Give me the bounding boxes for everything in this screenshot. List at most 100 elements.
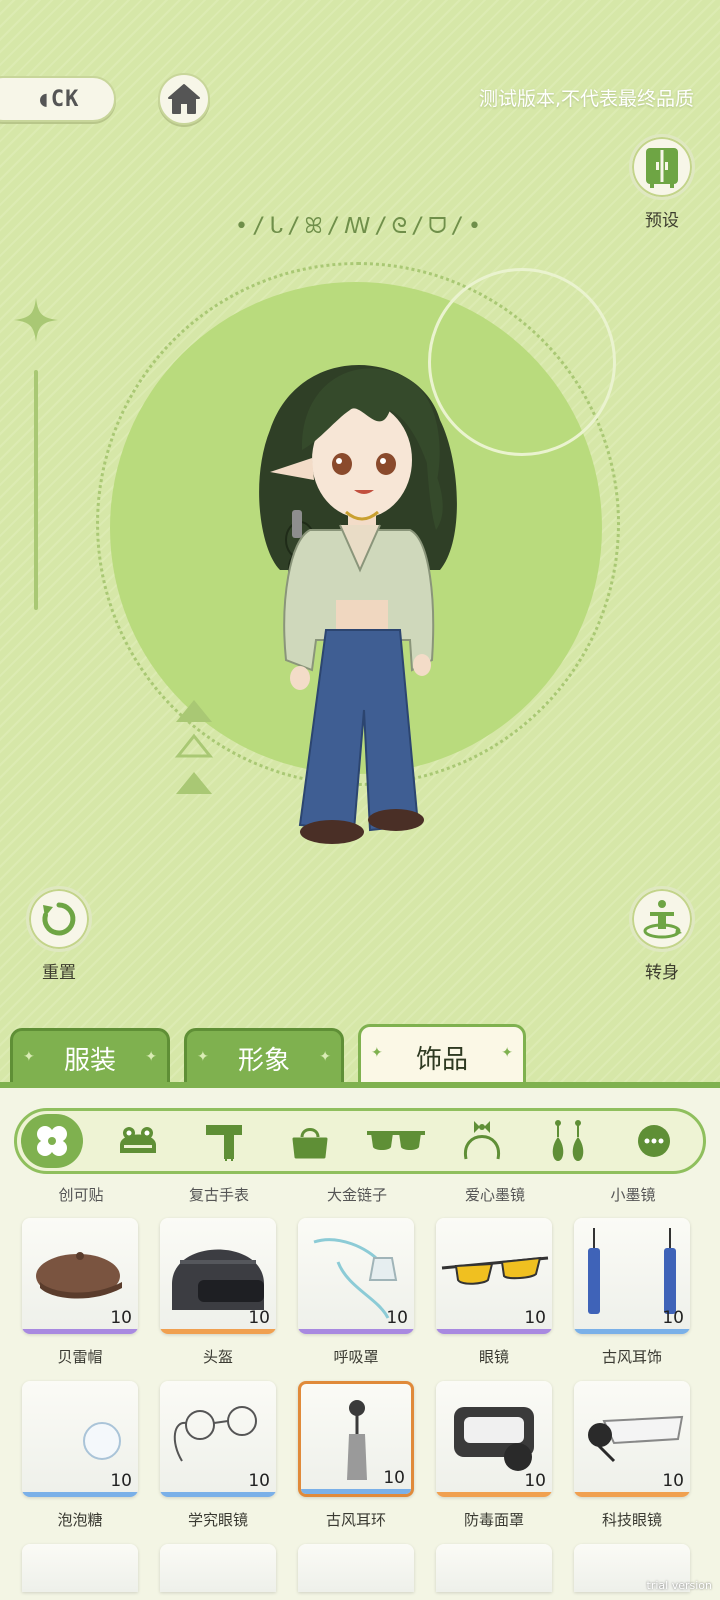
item-grid: 10 贝雷帽 10 头盔 10 呼吸罩 10 眼镜 10 古风耳饰 10 泡泡糖…	[22, 1218, 712, 1592]
main-tabs: ✦ 服装 ✦ ✦ 形象 ✦ ✦ 饰品 ✦	[0, 1024, 720, 1088]
reset-label: 重置	[42, 963, 76, 983]
item-name: 呼吸罩	[333, 1348, 379, 1366]
tab-star-icon: ✦	[501, 1045, 513, 1061]
wardrobe-icon	[646, 148, 678, 188]
rarity-bar	[160, 1329, 276, 1334]
item-name: 复古手表	[188, 1186, 249, 1204]
category-scarves[interactable]	[181, 1111, 267, 1171]
character-stage: •/ᒐ/ꕤ/ꟿ/ᘓ/ᗜ/• ◖CK 测试版本,不代表最终品质 预设 重置 转身	[0, 0, 720, 1085]
headband-icon	[464, 1121, 500, 1160]
home-button[interactable]	[158, 73, 210, 125]
turn-button[interactable]: 转身	[617, 886, 707, 983]
tab-label: 饰品	[415, 1045, 468, 1075]
decor-line	[34, 370, 38, 610]
item-gas-mask[interactable]: 10 防毒面罩	[436, 1381, 552, 1530]
category-glasses[interactable]	[353, 1111, 439, 1171]
item-name: 防毒面罩	[463, 1511, 524, 1529]
item-name: 科技眼镜	[601, 1511, 662, 1529]
item-breathing-mask[interactable]: 10 呼吸罩	[298, 1218, 414, 1367]
tab-label: 形象	[237, 1046, 290, 1076]
category-bar	[14, 1108, 706, 1174]
tab-star-icon: ✦	[371, 1045, 383, 1061]
item-name: 古风耳环	[325, 1511, 386, 1529]
rarity-bar	[22, 1492, 138, 1497]
category-all[interactable]	[21, 1114, 83, 1168]
scarf-icon	[206, 1125, 242, 1161]
item-count: 10	[110, 1471, 132, 1491]
item-count: 10	[662, 1308, 684, 1328]
back-button[interactable]: ◖CK	[0, 76, 116, 122]
frog-hat-icon	[120, 1127, 156, 1153]
bag-icon	[292, 1128, 328, 1159]
item-scholar-glasses[interactable]: 10 学究眼镜	[160, 1381, 276, 1530]
tab-star-icon: ✦	[197, 1049, 209, 1065]
reset-button[interactable]: 重置	[14, 886, 104, 983]
sunglasses-icon	[367, 1131, 425, 1150]
tab-star-icon: ✦	[319, 1049, 331, 1065]
rarity-bar	[574, 1492, 690, 1497]
category-bags[interactable]	[267, 1111, 353, 1171]
item-name: 眼镜	[478, 1348, 509, 1366]
more-icon	[638, 1125, 670, 1157]
item-name: 爱心墨镜	[464, 1186, 525, 1204]
item-bubble-gum[interactable]: 10 泡泡糖	[22, 1381, 138, 1530]
rarity-bar	[301, 1489, 411, 1494]
item-card[interactable]	[160, 1544, 276, 1592]
item-row: 10 泡泡糖 10 学究眼镜 10 古风耳环 10 防毒面罩 10 科技眼镜	[22, 1381, 712, 1530]
tab-star-icon: ✦	[145, 1049, 157, 1065]
triangle-decor-icon	[174, 700, 214, 794]
flower-icon	[37, 1126, 67, 1156]
reset-icon	[42, 902, 76, 936]
rune-title: •/ᒐ/ꕤ/ꟿ/ᘓ/ᗜ/•	[234, 214, 486, 239]
category-headbands[interactable]	[439, 1111, 525, 1171]
item-count: 10	[524, 1471, 546, 1491]
item-count: 10	[524, 1308, 546, 1328]
item-name: 泡泡糖	[57, 1511, 103, 1529]
item-count: 10	[248, 1471, 270, 1491]
item-ancient-earring[interactable]: 10 古风耳环	[298, 1381, 414, 1530]
tab-label: 服装	[63, 1046, 116, 1076]
category-earrings[interactable]	[525, 1111, 611, 1171]
turn-label: 转身	[645, 963, 679, 983]
tab-appearance[interactable]: ✦ 形象 ✦	[184, 1028, 344, 1086]
earrings-icon	[552, 1120, 584, 1161]
item-name: 学究眼镜	[187, 1511, 248, 1529]
accessory-panel: 创可贴 复古手表 大金链子 爱心墨镜 小墨镜 10 贝雷帽 10 头盔 10 呼…	[0, 1088, 720, 1600]
item-row-partial	[22, 1544, 712, 1592]
item-row: 10 贝雷帽 10 头盔 10 呼吸罩 10 眼镜 10 古风耳饰	[22, 1218, 712, 1367]
item-card[interactable]	[22, 1544, 138, 1592]
rarity-bar	[436, 1329, 552, 1334]
category-hats[interactable]	[95, 1111, 181, 1171]
tab-star-icon: ✦	[23, 1049, 35, 1065]
item-helmet[interactable]: 10 头盔	[160, 1218, 276, 1367]
item-beret[interactable]: 10 贝雷帽	[22, 1218, 138, 1367]
rarity-bar	[574, 1329, 690, 1334]
character-avatar[interactable]	[240, 340, 480, 860]
preset-button[interactable]: 预设	[617, 134, 707, 231]
category-more[interactable]	[611, 1111, 697, 1171]
item-ancient-earrings[interactable]: 10 古风耳饰	[574, 1218, 690, 1367]
item-card[interactable]	[298, 1544, 414, 1592]
item-card[interactable]	[436, 1544, 552, 1592]
turn-icon	[643, 900, 682, 939]
tab-clothing[interactable]: ✦ 服装 ✦	[10, 1028, 170, 1086]
item-count: 10	[110, 1308, 132, 1328]
test-version-note: 测试版本,不代表最终品质	[478, 88, 694, 110]
item-glasses[interactable]: 10 眼镜	[436, 1218, 552, 1367]
rarity-bar	[160, 1492, 276, 1497]
item-count: 10	[383, 1468, 405, 1488]
sparkle-icon	[14, 298, 58, 342]
previous-row-names: 创可贴 复古手表 大金链子 爱心墨镜 小墨镜	[0, 1184, 720, 1205]
item-count: 10	[386, 1308, 408, 1328]
item-name: 小墨镜	[610, 1186, 656, 1204]
item-tech-glasses[interactable]: 10 科技眼镜	[574, 1381, 690, 1530]
item-name: 古风耳饰	[601, 1348, 662, 1366]
item-count: 10	[662, 1471, 684, 1491]
tab-accessories[interactable]: ✦ 饰品 ✦	[358, 1024, 526, 1088]
home-icon	[168, 84, 200, 114]
rarity-bar	[22, 1329, 138, 1334]
item-count: 10	[248, 1308, 270, 1328]
item-name: 大金链子	[326, 1186, 387, 1204]
rarity-bar	[436, 1492, 552, 1497]
preset-label: 预设	[645, 211, 679, 231]
